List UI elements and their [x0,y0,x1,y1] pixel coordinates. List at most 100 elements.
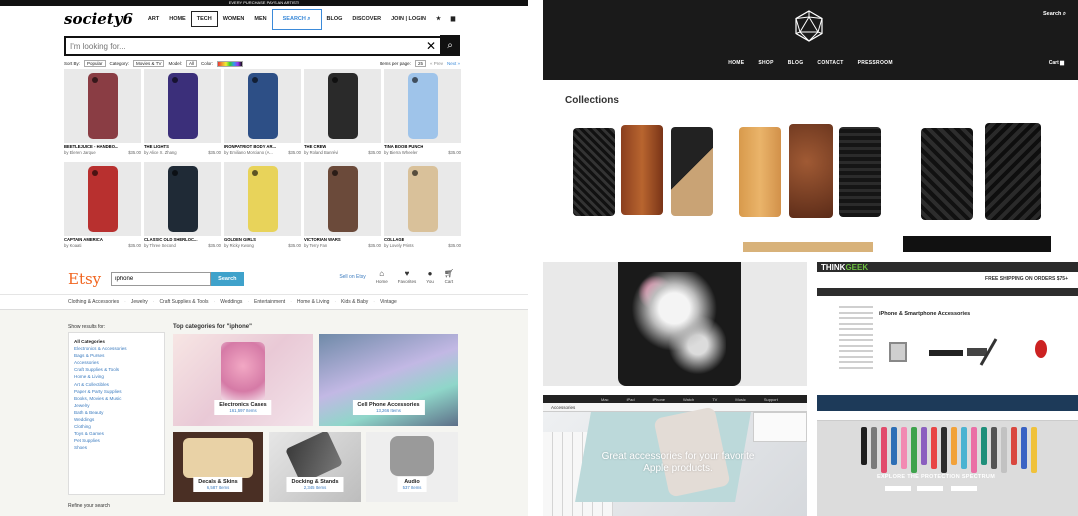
product-card[interactable]: VICTORIAN WARS by Terry Fan $35.00 [304,162,381,252]
etsy-you-button[interactable]: ● You [426,269,434,284]
product-card[interactable]: THE LIGHTS by Alice X. Zhang $35.00 [144,69,221,159]
product-title[interactable]: CAPTAIN AMERICA [64,237,103,242]
sidebar-category-link[interactable]: Bags & Purses [74,352,159,359]
cart-icon[interactable]: ▆ [446,12,460,26]
search-submit-button[interactable]: ⌕ [440,35,460,55]
product-artist[interactable]: by Roland Banrévi [304,150,338,155]
etsy-search-input[interactable] [111,272,212,286]
etsy-category-item[interactable]: Clothing & Accessories [68,299,119,305]
black-woven-case[interactable] [573,128,615,216]
product-thumbnail[interactable] [224,69,301,143]
color-select[interactable] [217,60,244,67]
etsy-category-item[interactable]: Home & Living [297,299,330,305]
product-thumbnail[interactable] [144,69,221,143]
product-card[interactable]: IRONPATRIOT BODY AR... by Emiliano Morcia… [224,69,301,159]
store-cart-link[interactable]: Cart ▆ [1049,60,1064,66]
bamboo-case[interactable] [739,127,781,217]
icosahedron-logo-icon[interactable] [793,10,825,42]
product-title[interactable]: THE LIGHTS [144,144,169,149]
product-thumbnail[interactable] [384,69,461,143]
hero-button-3[interactable] [951,486,977,491]
cork-black-case[interactable] [671,127,713,216]
sidebar-category-link[interactable]: Pet Supplies [74,437,159,444]
hero-button-2[interactable] [917,486,943,491]
sidebar-category-link[interactable]: Books, Movies & Music [74,395,159,402]
etsy-favorites-button[interactable]: ♥ Favorites [398,269,417,284]
sidebar-category-link[interactable]: Craft Supplies & Tools [74,366,159,373]
sidebar-category-link[interactable]: Paper & Party Supplies [74,388,159,395]
etsy-category-item[interactable]: Kids & Baby [341,299,368,305]
sidebar-category-link[interactable]: Art & Collectibles [74,381,159,388]
product-artist[interactable]: by Ricky Kwong [224,243,254,248]
category-select[interactable]: Movies & TV [133,60,165,67]
product-artist[interactable]: by Alice X. Zhang [144,150,177,155]
sort-select[interactable]: Popular [84,60,106,67]
etsy-category-item[interactable]: Craft Supplies & Tools [159,299,208,305]
product-thumbnail[interactable] [144,162,221,236]
sell-on-etsy-link[interactable]: Sell on Etsy [339,274,365,280]
nav-item[interactable]: Support [764,397,778,402]
sidebar-category-link[interactable]: Accessories [74,359,159,366]
product-cable[interactable] [929,350,963,356]
etsy-category-item[interactable]: Entertainment [254,299,285,305]
product-artist[interactable]: by Bierra Wheeler [384,150,418,155]
nav-item[interactable]: Watch [683,397,694,402]
product-title[interactable]: VICTORIAN WARS [304,237,341,242]
nav-join-login[interactable]: JOIN | LOGIN [386,12,431,26]
tile-decals-skins[interactable]: Decals & Skins 6,587 Items [173,432,263,502]
nav-item[interactable]: iPhone [653,397,665,402]
store-menu-home[interactable]: HOME [728,60,744,66]
walnut-wood-case[interactable] [621,125,663,215]
model-select[interactable]: All [186,60,198,67]
croc-sleeve-case-2[interactable] [985,123,1041,220]
nav-discover[interactable]: DISCOVER [347,12,386,26]
product-card[interactable]: THE CREW by Roland Banrévi $35.00 [304,69,381,159]
etsy-cart-button[interactable]: 🛒︎ Cart [444,269,454,284]
product-card[interactable]: CLASSIC OLD SHERLOC... by Three Second $35… [144,162,221,252]
product-title[interactable]: TINA BOOB PUNCH [384,144,423,149]
sidebar-category-link[interactable]: Toys & Games [74,430,159,437]
store-menu-pressroom[interactable]: PRESSROOM [858,60,893,66]
product-title[interactable]: IRONPATRIOT BODY AR... [224,144,276,149]
product-title[interactable]: BEETLEJUICE - HANDBO... [64,144,118,149]
sidebar-category-link[interactable]: Electronics & Accessories [74,345,159,352]
sidebar-category-link[interactable]: All Categories [74,338,159,345]
product-card[interactable]: BEETLEJUICE - HANDBO... by Eleren Jarque $… [64,69,141,159]
product-thumbnail[interactable] [384,162,461,236]
nav-men[interactable]: MEN [249,12,271,26]
store-menu-blog[interactable]: BLOG [788,60,804,66]
etsy-search-button[interactable]: Search [211,272,244,286]
nav-item[interactable]: Music [735,397,745,402]
product-rose[interactable] [1035,340,1047,358]
product-card[interactable]: COLLAGE by Lovely Prints $35.00 [384,162,461,252]
tile-cell-phone-accessories[interactable]: Cell Phone Accessories 13,266 Items [319,334,458,426]
star-icon[interactable]: ★ [431,12,446,26]
portrait-phone-case-image[interactable] [618,262,741,386]
product-thumbnail[interactable] [64,162,141,236]
nav-home[interactable]: HOME [164,12,191,26]
etsy-category-item[interactable]: Weddings [220,299,242,305]
clear-icon[interactable]: ✕ [422,39,440,53]
product-thumbnail[interactable] [304,162,381,236]
store-search-link[interactable]: Search ⌕ [1043,11,1066,18]
prev-link[interactable]: « Prev [430,61,443,66]
nav-item[interactable]: Mac [601,397,609,402]
nav-art[interactable]: ART [143,12,164,26]
tile-electronics-cases[interactable]: Electronics Cases 161,597 Items [173,334,313,426]
nav-blog[interactable]: BLOG [322,12,348,26]
product-title[interactable]: CLASSIC OLD SHERLOC... [144,237,198,242]
sidebar-category-link[interactable]: Clothing [74,423,159,430]
product-artist[interactable]: by Lovely Prints [384,243,414,248]
product-title[interactable]: THE CREW [304,144,326,149]
per-page-select[interactable]: 25 [414,60,426,67]
product-card[interactable]: TINA BOOB PUNCH by Bierra Wheeler $35.00 [384,69,461,159]
next-link[interactable]: Next » [447,61,460,66]
croc-sleeve-case-1[interactable] [921,128,973,220]
product-artist[interactable]: by Eleren Jarque [64,150,96,155]
product-thumbnail[interactable] [64,69,141,143]
hero-button-1[interactable] [885,486,911,491]
product-card[interactable]: GOLDEN GIRLS by Ricky Kwong $35.00 [224,162,301,252]
store-menu-shop[interactable]: SHOP [758,60,773,66]
sidebar-category-link[interactable]: Home & Living [74,373,159,380]
thinkgeek-logo[interactable]: THINKGEEK [821,263,868,272]
